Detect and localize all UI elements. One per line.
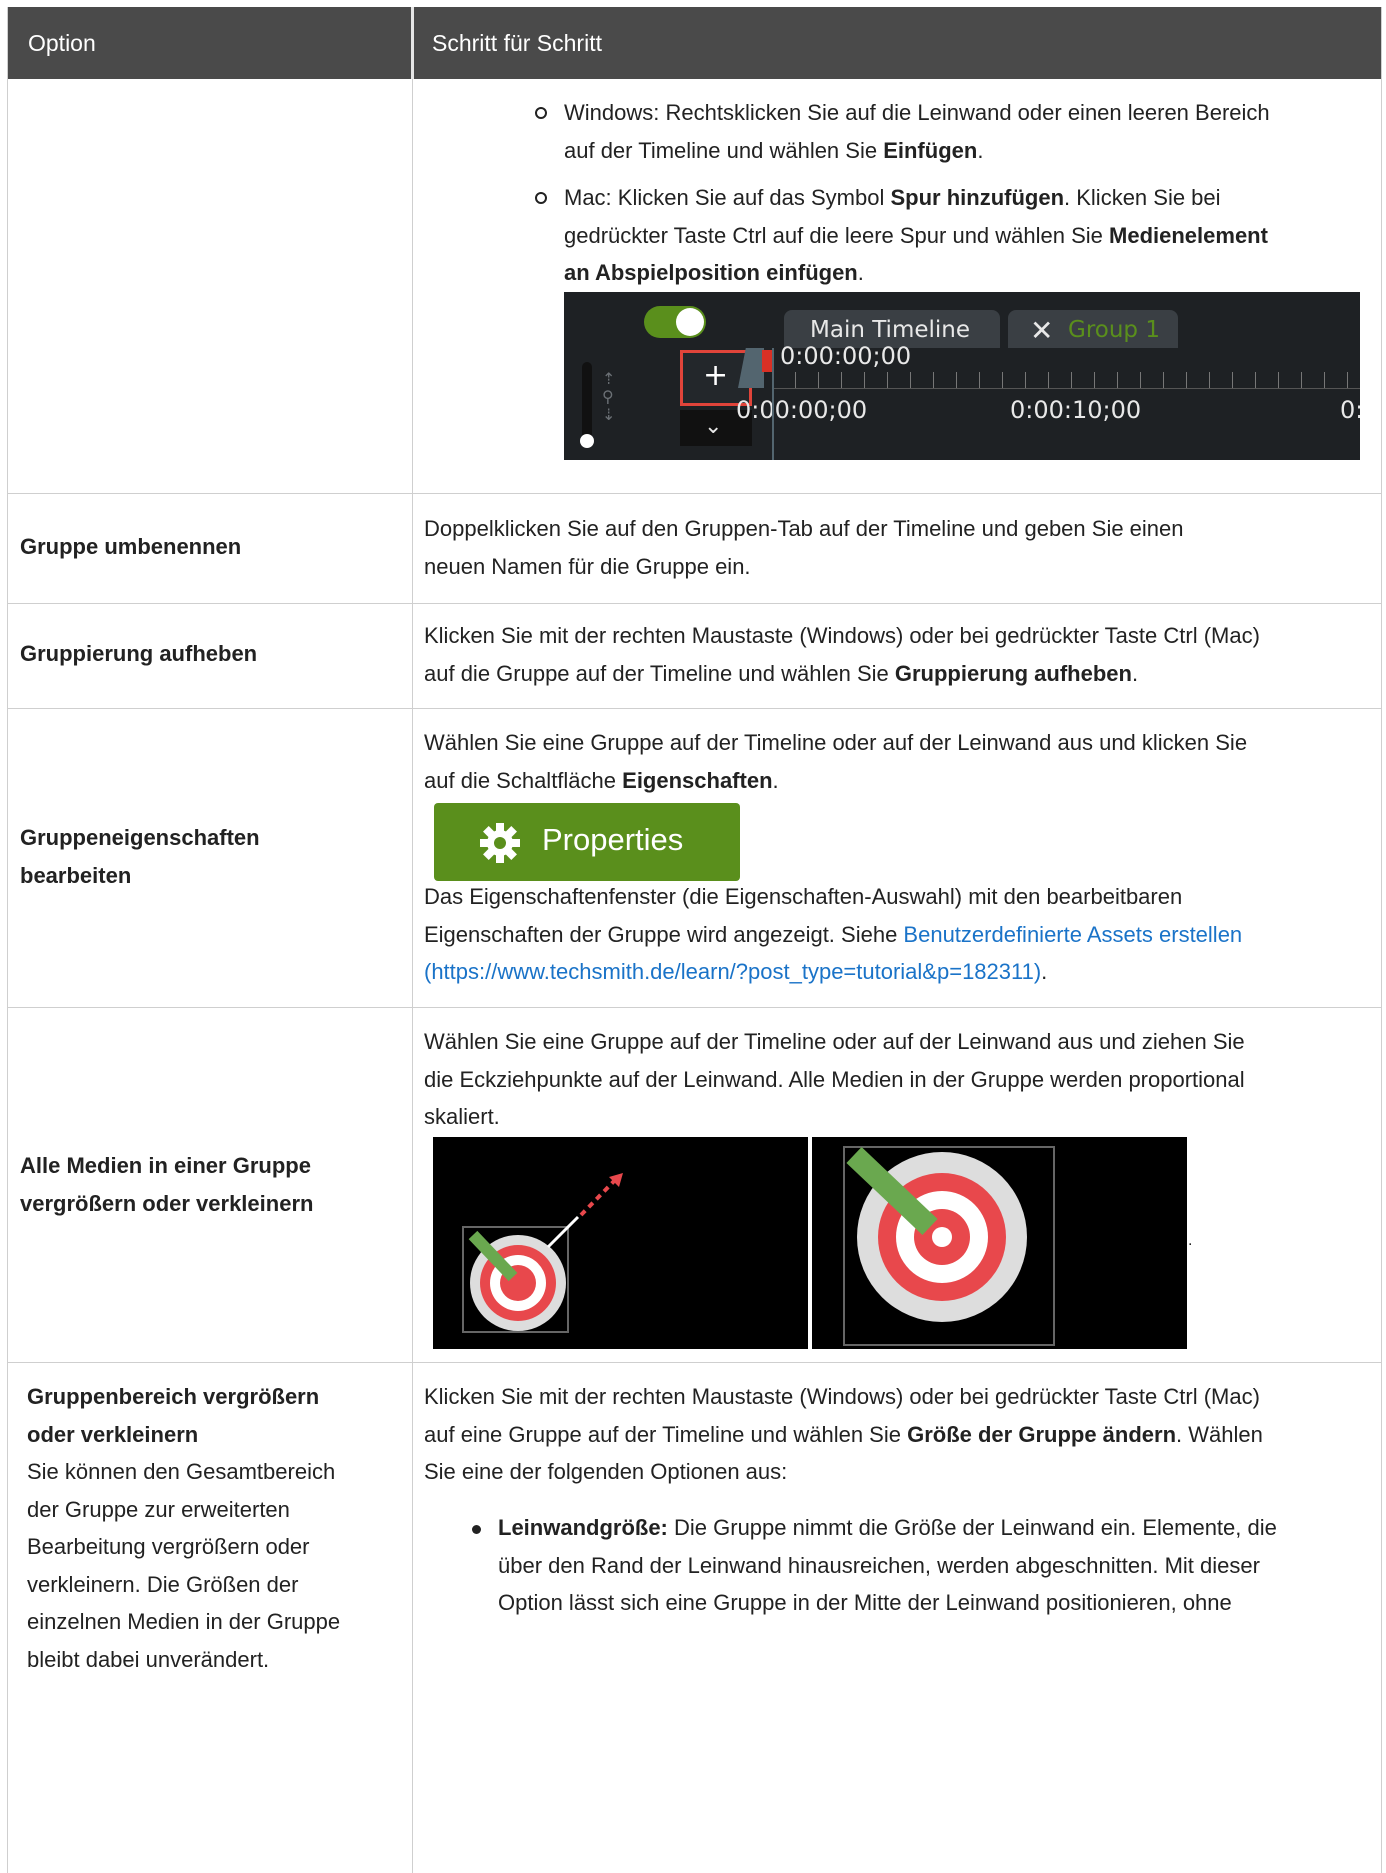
row-steps: Klicken Sie mit der rechten Maustaste (W… xyxy=(424,623,1260,686)
windows-step: Windows: Rechtsklicken Sie auf die Leinw… xyxy=(564,100,1270,163)
row-steps: Doppelklicken Sie auf den Gruppen-Tab au… xyxy=(424,516,1184,579)
row-steps-continued: Das Eigenschaftenfenster (die Eigenschaf… xyxy=(424,884,1243,984)
table-header: Option Schritt für Schritt xyxy=(8,7,1381,79)
row-steps: Wählen Sie eine Gruppe auf der Timeline … xyxy=(424,730,1248,793)
zoom-slider[interactable] xyxy=(580,362,594,448)
header-divider xyxy=(411,7,414,79)
bullet-circle xyxy=(535,107,547,119)
custom-assets-link[interactable]: Benutzerdefinierte Assets erstellen xyxy=(903,922,1242,947)
plus-icon: + xyxy=(703,358,729,393)
zoom-icon: ⇡ ⚲ ⇣ xyxy=(602,369,616,424)
timeline-ruler: 0:00:00;00 0:00:00;00 0:00:10;00 0: xyxy=(736,342,1360,460)
playhead-time: 0:00:00;00 xyxy=(780,342,912,370)
row-steps: Klicken Sie mit der rechten Maustaste (W… xyxy=(424,1384,1263,1484)
row-divider xyxy=(8,493,1381,494)
row-label: Gruppe umbenennen xyxy=(20,534,242,559)
chevron-down-icon: ⌄ xyxy=(704,414,723,439)
column-divider xyxy=(412,79,413,1873)
tab-group-1[interactable]: ✕ Group 1 xyxy=(1008,310,1178,350)
row-label: Gruppierung aufheben xyxy=(20,641,258,666)
properties-button[interactable]: Properties xyxy=(434,803,740,881)
mac-step: Mac: Klicken Sie auf das Symbol Spur hin… xyxy=(564,185,1268,285)
row-label: Gruppenbereich vergrößern oder verkleine… xyxy=(27,1384,341,1672)
bullet-circle xyxy=(535,192,547,204)
row-divider xyxy=(8,1362,1381,1363)
bullet-dot xyxy=(472,1525,481,1534)
custom-assets-url-link[interactable]: (https://www.techsmith.de/learn/?post_ty… xyxy=(424,959,1041,984)
gear-icon xyxy=(480,823,520,863)
scale-after-image xyxy=(812,1137,1187,1349)
header-option: Option xyxy=(28,30,96,56)
row-divider xyxy=(8,1007,1381,1008)
canvas-size-option: Leinwandgröße: Die Gruppe nimmt die Größ… xyxy=(498,1515,1277,1615)
toggle-switch[interactable] xyxy=(644,306,706,338)
ruler-ticks xyxy=(772,372,1360,389)
row-label: Alle Medien in einer Gruppe vergrößern o… xyxy=(20,1153,314,1216)
row-divider xyxy=(8,708,1381,709)
timeline-screenshot: Main Timeline ✕ Group 1 ⇡ ⚲ ⇣ + ⌄ 0:00:00;… xyxy=(564,292,1360,460)
close-icon[interactable]: ✕ xyxy=(1030,314,1053,347)
row-steps: Wählen Sie eine Gruppe auf der Timeline … xyxy=(424,1029,1245,1129)
scale-before-image xyxy=(433,1137,808,1349)
row-label: Gruppeneigenschaften bearbeiten xyxy=(20,825,260,888)
header-steps: Schritt für Schritt xyxy=(432,30,602,56)
row-divider xyxy=(8,603,1381,604)
